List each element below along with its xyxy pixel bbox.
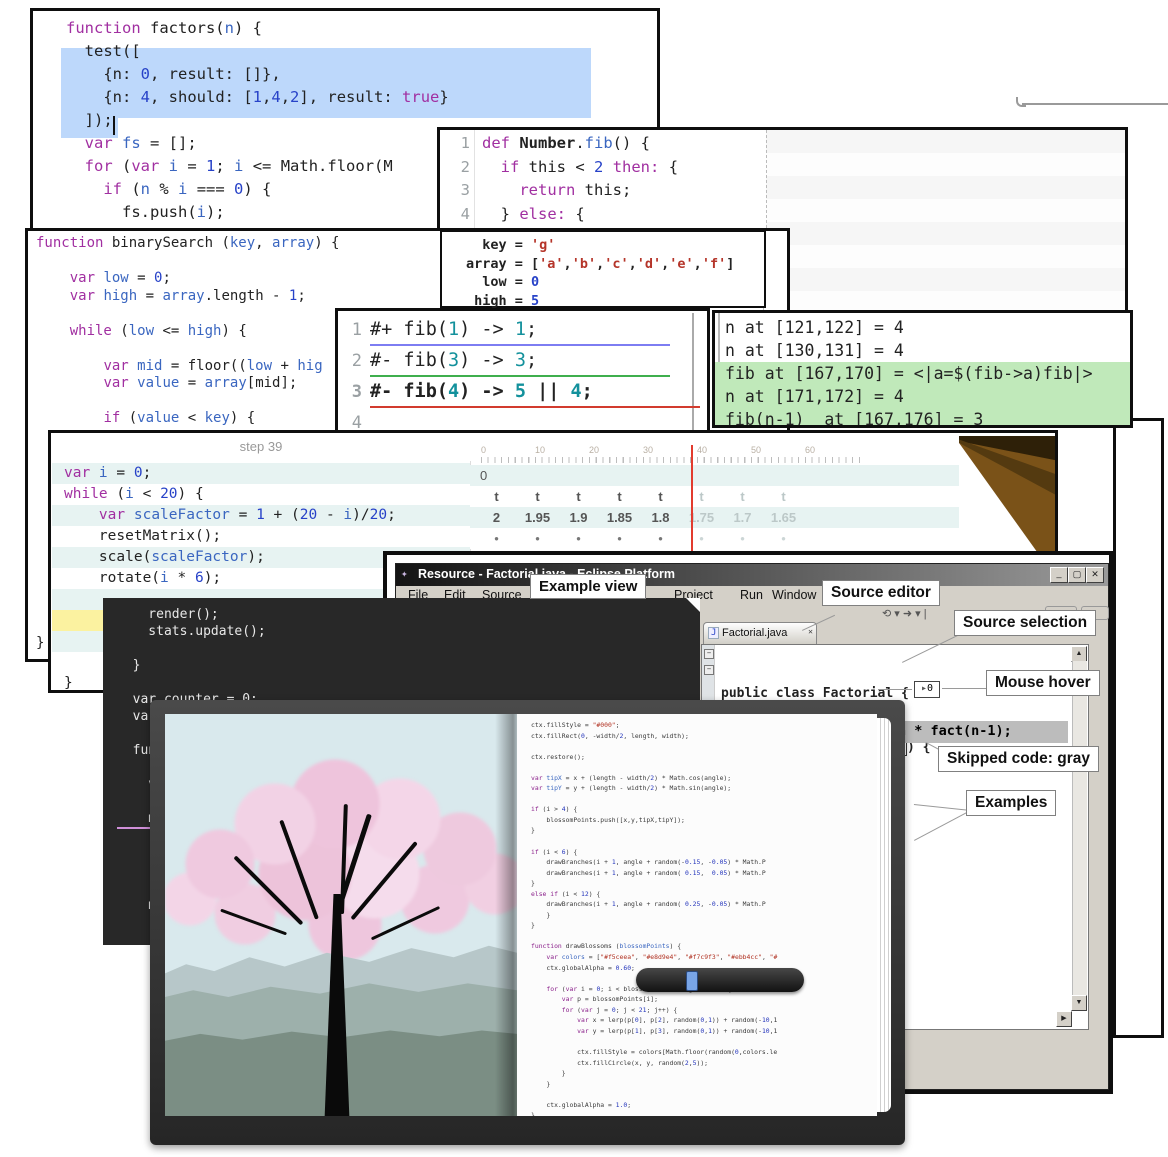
closing-brace: } <box>36 635 44 651</box>
page-edge-stack <box>877 718 891 1112</box>
scroll-right-button[interactable]: ▶ <box>1056 1011 1072 1027</box>
binary-search-code[interactable]: function binarySearch (key, array) { var… <box>36 235 339 428</box>
menu-run[interactable]: Run <box>740 588 763 602</box>
trace-output-panel: n at [121,122] = 4n at [130,131] = 4fib … <box>712 310 1133 428</box>
label-example-view: Example view <box>530 574 646 599</box>
fold-marker-icon[interactable]: − <box>704 649 714 659</box>
connector-line <box>878 689 912 690</box>
slider-handle[interactable] <box>686 971 698 991</box>
minimize-button[interactable]: _ <box>1050 567 1068 583</box>
trace-output-rows: n at [121,122] = 4n at [130,131] = 4fib … <box>715 316 1130 428</box>
fold-marker-icon[interactable]: − <box>704 665 714 675</box>
label-source-selection: Source selection <box>954 610 1096 636</box>
step-position-line[interactable] <box>691 445 693 558</box>
canvas-page <box>165 714 517 1116</box>
callout-line <box>1022 103 1168 105</box>
label-examples: Examples <box>966 790 1056 816</box>
callout-line-hook <box>1016 97 1026 107</box>
scroll-up-button[interactable]: ▲ <box>1071 646 1087 662</box>
test-results-panel[interactable]: 1#+ fib(1) -> 1;2#- fib(3) -> 3;3#- fib(… <box>335 308 710 438</box>
variable-values-panel: key = 'g'array = ['a','b','c','d','e','f… <box>440 230 766 308</box>
test-results-code[interactable]: 1#+ fib(1) -> 1;2#- fib(3) -> 3;3#- fib(… <box>344 315 700 438</box>
book-code[interactable]: ctx.fillStyle = "#000";ctx.fillRect(0, -… <box>531 720 777 1116</box>
java-file-icon: J <box>708 627 719 639</box>
editor-stripes <box>766 130 1125 313</box>
label-source-editor: Source editor <box>822 580 940 606</box>
step-values-row: 21.951.91.851.81.751.71.65 <box>470 507 967 528</box>
screenshot-collage: function factors(n) { test([ {n: 0, resu… <box>0 0 1168 1157</box>
maximize-button[interactable]: ▢ <box>1068 567 1086 583</box>
label-skipped-code: Skipped code: gray <box>938 746 1099 772</box>
hover-value-box: ▸0 <box>914 681 940 698</box>
label-mouse-hover: Mouse hover <box>986 670 1100 696</box>
tab-factorial-java[interactable]: J Factorial.java ✕ <box>703 622 817 645</box>
menu-window[interactable]: Window <box>772 588 816 602</box>
table-row-zero: 0 <box>470 465 961 486</box>
step-ruler-ticks <box>481 457 865 463</box>
step-dots-row: ●●●●●●●● <box>470 528 967 549</box>
code-page[interactable]: ctx.fillStyle = "#000";ctx.fillRect(0, -… <box>517 714 877 1116</box>
variable-values: key = 'g'array = ['a','b','c','d','e','f… <box>466 236 734 310</box>
close-button[interactable]: ✕ <box>1086 567 1104 583</box>
tab-close-icon[interactable]: ✕ <box>808 627 813 636</box>
scroll-down-button[interactable]: ▼ <box>1071 995 1087 1011</box>
scrollbar-track[interactable] <box>1072 661 1087 1011</box>
fold-notch <box>686 598 700 612</box>
step-counter: step 39 <box>51 439 471 454</box>
eclipse-logo-icon: ✦ <box>401 567 408 580</box>
toolbar-icons[interactable]: ⟲ ▾ ➜ ▾ | <box>882 607 927 620</box>
step-t-row: tttttttt <box>470 486 967 507</box>
value-scrubber-slider[interactable] <box>636 968 804 992</box>
factors-code[interactable]: function factors(n) { test([ {n: 0, resu… <box>66 17 449 224</box>
title-bar[interactable]: ✦ Resource - Factorial.java - Eclipse Pl… <box>396 564 1108 586</box>
background-side-panel <box>1113 418 1164 1038</box>
connector-line <box>942 688 990 689</box>
book-live-editor: ctx.fillStyle = "#000";ctx.fillRect(0, -… <box>150 700 905 1145</box>
tab-label[interactable]: Factorial.java <box>722 627 787 639</box>
